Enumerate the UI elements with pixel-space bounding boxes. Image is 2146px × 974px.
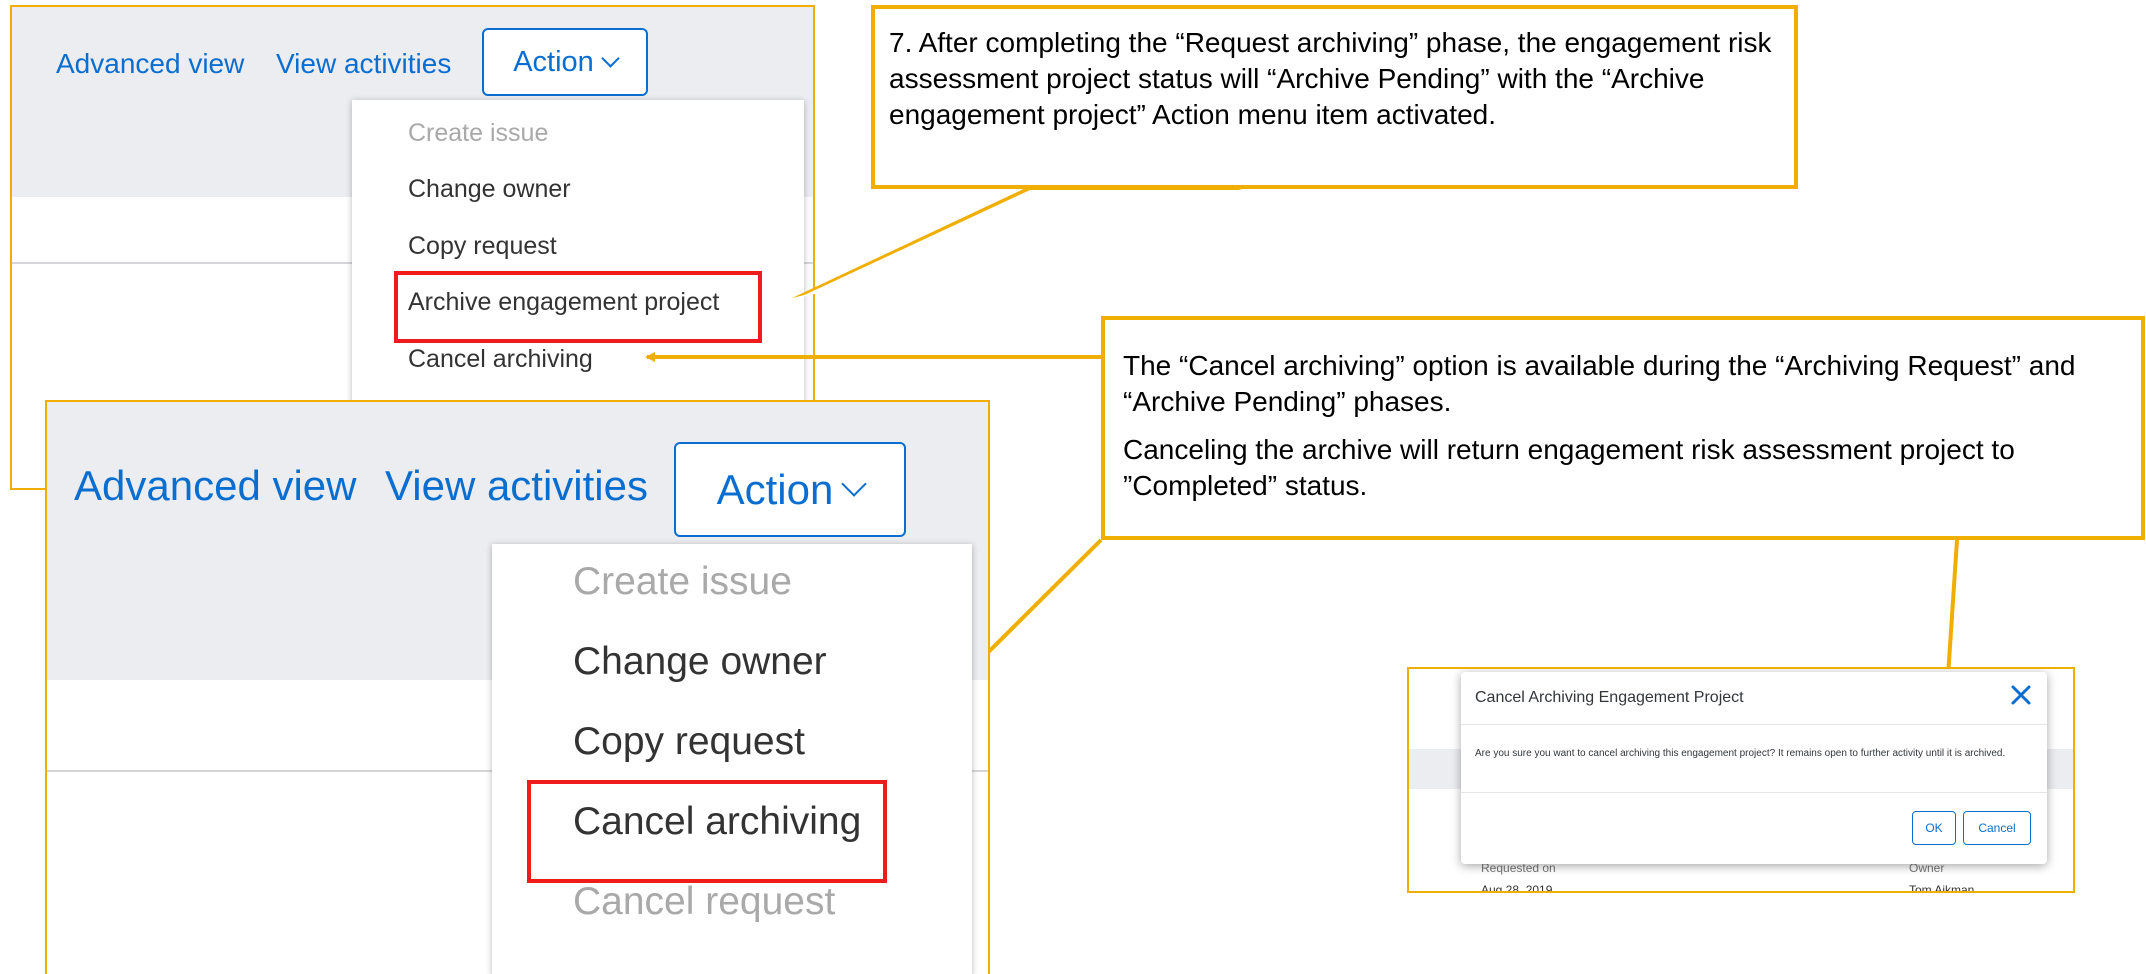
- action-button[interactable]: Action: [674, 442, 906, 537]
- action-button-label: Action: [716, 465, 834, 513]
- menu-item-cancel-request[interactable]: Cancel request: [573, 880, 835, 924]
- chevron-down-icon: [841, 470, 868, 497]
- highlight-box: [527, 780, 887, 883]
- action-menu: Create issue Change owner Copy request C…: [492, 544, 972, 974]
- divider: [1461, 724, 2047, 725]
- highlight-box: [394, 271, 762, 343]
- callout-cancel-archiving: The “Cancel archiving” option is availab…: [1101, 316, 2145, 540]
- view-activities-link[interactable]: View activities: [276, 48, 451, 80]
- cancel-archiving-dialog: Cancel Archiving Engagement Project Are …: [1461, 672, 2047, 864]
- cancel-button[interactable]: Cancel: [1963, 811, 2031, 845]
- dialog-title: Cancel Archiving Engagement Project: [1475, 689, 1744, 706]
- close-icon[interactable]: [2010, 684, 2032, 706]
- divider: [1461, 792, 2047, 793]
- ok-button[interactable]: OK: [1912, 811, 1956, 845]
- menu-item-create-issue[interactable]: Create issue: [573, 560, 792, 604]
- callout-cancel-archiving-text-2: Canceling the archive will return engage…: [1123, 434, 2015, 501]
- screenshot-cancel-archiving-dialog: Requested on Aug 28, 2019 Owner Tom Aikm…: [1407, 667, 2075, 893]
- advanced-view-link[interactable]: Advanced view: [74, 462, 357, 510]
- menu-item-copy-request[interactable]: Copy request: [408, 232, 557, 261]
- dialog-message: Are you sure you want to cancel archivin…: [1475, 748, 2006, 759]
- view-activities-link[interactable]: View activities: [385, 462, 648, 510]
- callout-cancel-archiving-text-1: The “Cancel archiving” option is availab…: [1123, 350, 2076, 417]
- callout-archive-pending-text: 7. After completing the “Request archivi…: [889, 27, 1772, 130]
- requested-on-value: Aug 28, 2019: [1481, 883, 1553, 893]
- screenshot-action-menu-large: Advanced view View activities Action Cre…: [45, 400, 990, 974]
- menu-item-cancel-archiving[interactable]: Cancel archiving: [408, 345, 593, 374]
- action-button[interactable]: Action: [482, 28, 648, 96]
- callout-pointer: [792, 186, 1255, 298]
- menu-item-copy-request[interactable]: Copy request: [573, 720, 805, 764]
- callout-pointer-fill: [798, 190, 1248, 298]
- menu-item-create-issue[interactable]: Create issue: [408, 119, 548, 148]
- chevron-down-icon: [601, 48, 620, 68]
- action-button-label: Action: [513, 45, 594, 78]
- menu-item-change-owner[interactable]: Change owner: [408, 175, 571, 204]
- menu-item-change-owner[interactable]: Change owner: [573, 640, 827, 684]
- callout-archive-pending: 7. After completing the “Request archivi…: [871, 5, 1798, 189]
- owner-value: Tom Aikman: [1909, 883, 1975, 893]
- advanced-view-link[interactable]: Advanced view: [56, 48, 244, 80]
